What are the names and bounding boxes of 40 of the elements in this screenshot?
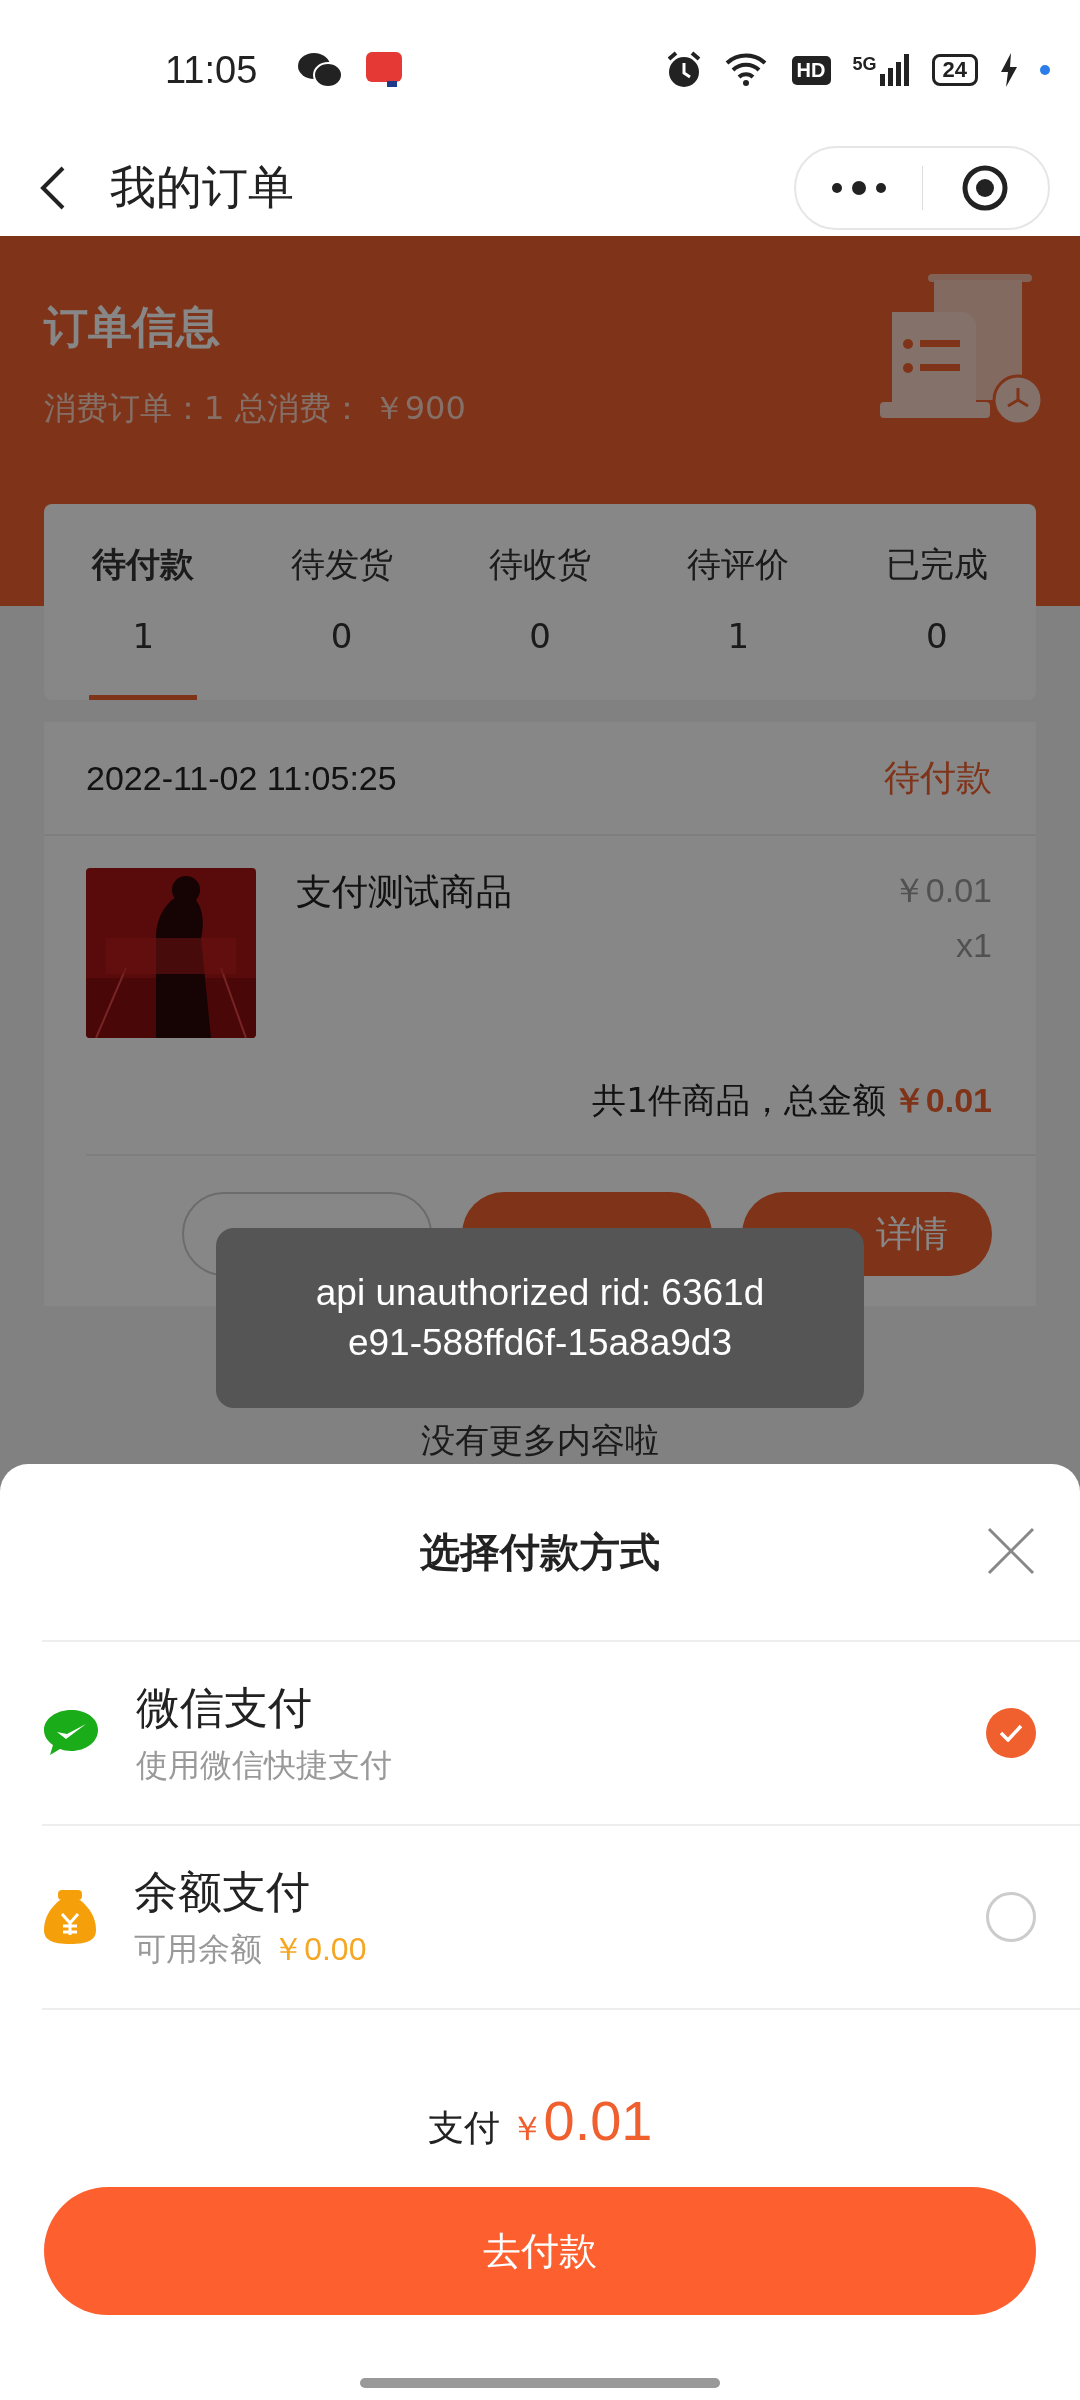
close-icon[interactable] (986, 1526, 1036, 1576)
order-tab[interactable]: 待发货 0 (242, 504, 441, 700)
pay-label: 支付 (427, 2106, 500, 2150)
order-status: 待付款 (884, 755, 992, 800)
product-name: 支付测试商品 (296, 870, 513, 914)
status-time: 11:05 (165, 48, 258, 92)
total-label: 共1件商品，总金额 (592, 1079, 886, 1122)
hd-badge: HD (791, 55, 831, 85)
check-icon (999, 1724, 1023, 1742)
charging-icon (1000, 53, 1018, 87)
more-icon[interactable] (830, 180, 887, 196)
chat-bubbles-icon (297, 51, 344, 89)
summary-stats: 消费订单：1 总消费： ￥900 (44, 388, 467, 429)
network-type: 5G (852, 54, 877, 75)
app-icon (365, 51, 404, 89)
summary-title: 订单信息 (44, 300, 221, 354)
payment-option[interactable]: 微信支付 使用微信快捷支付 (42, 1642, 1080, 1826)
no-more-content-text: 没有更多内容啦 (420, 1419, 660, 1462)
total-amount: ￥0.01 (891, 1080, 992, 1121)
chat-bubble-icon (42, 1708, 100, 1758)
order-tab[interactable]: 待付款 1 (44, 504, 243, 700)
order-time: 2022-11-02 11:05:25 (86, 758, 397, 798)
radio-button[interactable] (986, 1892, 1036, 1942)
payment-option[interactable]: 余额支付 可用余额 ￥0.00 (42, 1826, 1080, 2010)
pay-button[interactable]: 去付款 (44, 2187, 1036, 2315)
signal-icon (879, 54, 910, 86)
battery-level: 24 (931, 54, 978, 86)
pay-amount: ￥0.01 (509, 2088, 653, 2153)
order-tab[interactable]: 已完成 0 (837, 504, 1037, 700)
close-circle-icon[interactable] (961, 164, 1010, 212)
sheet-title: 选择付款方式 (420, 1527, 660, 1577)
error-toast: api unauthorized rid: 6361d e91-588ffd6f-15a8a9d3 (216, 1228, 864, 1408)
page-title: 我的订单 (110, 159, 295, 216)
radio-button[interactable] (986, 1708, 1036, 1758)
back-icon[interactable] (40, 166, 66, 210)
order-tab[interactable]: 待评价 1 (639, 504, 838, 700)
order-tab[interactable]: 待收货 0 (440, 504, 640, 700)
alarm-icon (665, 51, 702, 89)
notification-dot-icon (1040, 65, 1050, 75)
money-bag-icon (42, 1888, 98, 1946)
